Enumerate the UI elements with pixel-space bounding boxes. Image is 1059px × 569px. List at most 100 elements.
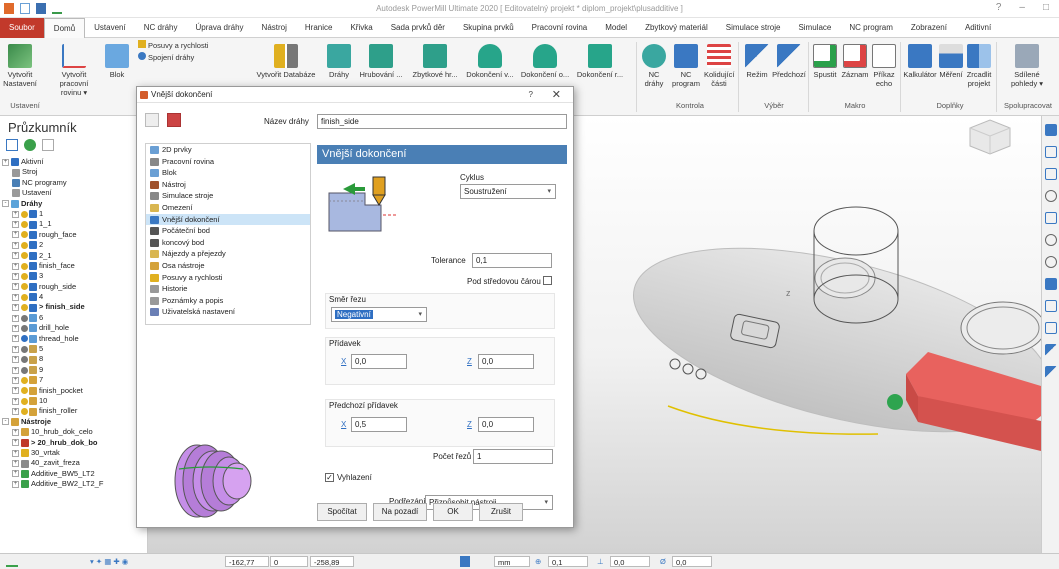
- toolpaths-button[interactable]: Dráhy: [324, 44, 354, 79]
- tree-item[interactable]: +4: [0, 292, 147, 302]
- record-macro-button[interactable]: Záznam: [840, 44, 870, 79]
- echo-command-button[interactable]: Příkaz echo: [870, 44, 898, 88]
- expand-toggle-icon[interactable]: +: [12, 439, 19, 447]
- tree-item[interactable]: +1_1: [0, 219, 147, 229]
- mirror-project-button[interactable]: Zrcadlit projekt: [964, 44, 994, 88]
- explorer-filter-icon[interactable]: [24, 139, 36, 151]
- tab-pracovni-rovina[interactable]: Pracovní rovina: [523, 18, 597, 38]
- nav-item[interactable]: Blok: [146, 167, 310, 179]
- expand-toggle-icon[interactable]: +: [12, 356, 19, 364]
- shading-icon[interactable]: [1044, 278, 1057, 290]
- status-diameter[interactable]: 0,0: [672, 556, 712, 567]
- tab-simulace-stroje[interactable]: Simulace stroje: [717, 18, 790, 38]
- minimize-icon[interactable]: –: [1019, 2, 1025, 13]
- roughing-button[interactable]: Hrubování ...: [358, 44, 404, 79]
- nc-toolpaths-check-button[interactable]: NC dráhy: [640, 44, 668, 88]
- help-icon[interactable]: ?: [996, 2, 1002, 13]
- nav-item[interactable]: Pracovní rovina: [146, 156, 310, 168]
- tab-hranice[interactable]: Hranice: [296, 18, 342, 38]
- block-button[interactable]: Blok: [102, 44, 132, 79]
- expand-toggle-icon[interactable]: -: [2, 200, 9, 208]
- selection-mode-button[interactable]: Režim: [744, 44, 770, 79]
- expand-toggle-icon[interactable]: +: [12, 397, 19, 405]
- tree-item[interactable]: + Additive_BW5_LT2: [0, 469, 147, 479]
- tree-item[interactable]: NC programy: [0, 178, 147, 188]
- status-x-coordinate[interactable]: -162,77: [225, 556, 269, 567]
- expand-toggle-icon[interactable]: +: [12, 210, 19, 218]
- expand-toggle-icon[interactable]: +: [12, 366, 19, 374]
- finish-r-button[interactable]: Dokončení r...: [574, 44, 626, 79]
- create-workplane-button[interactable]: Vytvořit pracovní rovinu ▾: [52, 44, 96, 97]
- nav-item[interactable]: Posuvy a rychlosti: [146, 272, 310, 284]
- maximize-icon[interactable]: □: [1043, 2, 1049, 13]
- status-z-coordinate[interactable]: -258,89: [310, 556, 354, 567]
- tab-zobrazeni[interactable]: Zobrazení: [902, 18, 956, 38]
- tree-item[interactable]: + finish_face: [0, 261, 147, 271]
- toolpath-name-input[interactable]: finish_side: [317, 114, 567, 129]
- tree-item[interactable]: +30_vrtak: [0, 448, 147, 458]
- nav-item[interactable]: Omezení: [146, 202, 310, 214]
- tab-skupina-prvku[interactable]: Skupina prvků: [454, 18, 523, 38]
- view-top-icon[interactable]: [1044, 146, 1057, 158]
- previous-selection-button[interactable]: Předchozí: [772, 44, 806, 79]
- smoothing-checkbox[interactable]: ✓: [325, 473, 334, 482]
- expand-toggle-icon[interactable]: +: [12, 293, 19, 301]
- status-thickness[interactable]: 0,0: [610, 556, 650, 567]
- measure-button[interactable]: Měření: [938, 44, 964, 79]
- expand-toggle-icon[interactable]: +: [12, 376, 19, 384]
- tab-nc-drahy[interactable]: NC dráhy: [135, 18, 187, 38]
- tree-item[interactable]: +9: [0, 365, 147, 375]
- tree-item[interactable]: + rough_side: [0, 282, 147, 292]
- expand-toggle-icon[interactable]: +: [12, 460, 19, 468]
- tree-item[interactable]: +1: [0, 209, 147, 219]
- shared-views-button[interactable]: Sdílené pohledy ▾: [1002, 44, 1052, 88]
- layers-icon[interactable]: [1044, 322, 1057, 334]
- zoom-out-icon[interactable]: [1044, 256, 1057, 268]
- expand-toggle-icon[interactable]: +: [12, 262, 19, 270]
- expand-toggle-icon[interactable]: -: [2, 418, 9, 426]
- dialog-close-button[interactable]: ✕: [552, 87, 561, 103]
- tolerance-input[interactable]: 0,1: [472, 253, 552, 268]
- tree-item[interactable]: + Aktivní: [0, 157, 147, 167]
- tree-item[interactable]: - Dráhy: [0, 199, 147, 209]
- allowance-z-input[interactable]: 0,0: [478, 354, 534, 369]
- explorer-delete-icon[interactable]: [42, 139, 54, 151]
- expand-toggle-icon[interactable]: +: [12, 428, 19, 436]
- zoom-in-icon[interactable]: [1044, 234, 1057, 246]
- cancel-button[interactable]: Zrušit: [479, 503, 523, 521]
- calculator-button[interactable]: Kalkulátor: [902, 44, 938, 79]
- tree-item[interactable]: + drill_hole: [0, 323, 147, 333]
- tab-krivka[interactable]: Křivka: [341, 18, 381, 38]
- tab-ustaveni[interactable]: Ustavení: [85, 18, 135, 38]
- tree-item[interactable]: + > finish_side: [0, 302, 147, 312]
- expand-toggle-icon[interactable]: +: [12, 252, 19, 260]
- expand-toggle-icon[interactable]: +: [12, 335, 19, 343]
- select-icon[interactable]: [1044, 344, 1057, 356]
- ok-button[interactable]: OK: [433, 503, 473, 521]
- cut-direction-select[interactable]: Negativní ▾: [331, 307, 427, 322]
- tree-item[interactable]: +6: [0, 313, 147, 323]
- run-macro-button[interactable]: Spustit: [810, 44, 840, 79]
- tree-item[interactable]: Stroj: [0, 167, 147, 177]
- expand-toggle-icon[interactable]: +: [12, 283, 19, 291]
- create-tool-database-button[interactable]: Vytvořit Databáze: [253, 44, 319, 79]
- tree-item[interactable]: +7: [0, 375, 147, 385]
- tree-item[interactable]: +40_zavit_freza: [0, 458, 147, 468]
- status-tools-icons[interactable]: ▾ ✦ ▦ ✚ ◉: [90, 556, 150, 567]
- zoom-icon[interactable]: [1044, 190, 1057, 202]
- tab-sada-prvku-der[interactable]: Sada prvků děr: [382, 18, 454, 38]
- nav-item[interactable]: Nástroj: [146, 179, 310, 191]
- view-iso-icon[interactable]: [1044, 124, 1057, 136]
- nav-item[interactable]: Počáteční bod: [146, 225, 310, 237]
- below-centerline-checkbox[interactable]: [543, 276, 552, 285]
- rest-roughing-button[interactable]: Zbytkové hr...: [410, 44, 460, 79]
- expand-toggle-icon[interactable]: +: [12, 470, 19, 478]
- tree-item[interactable]: +5: [0, 344, 147, 354]
- tab-simulace[interactable]: Simulace: [789, 18, 840, 38]
- nav-item[interactable]: 2D prvky: [146, 144, 310, 156]
- expand-toggle-icon[interactable]: +: [12, 387, 19, 395]
- view-cube[interactable]: [969, 119, 1011, 155]
- nav-item[interactable]: Vnější dokončení: [146, 213, 310, 226]
- expand-toggle-icon[interactable]: +: [12, 480, 19, 488]
- tab-aditivni[interactable]: Aditivní: [956, 18, 1000, 38]
